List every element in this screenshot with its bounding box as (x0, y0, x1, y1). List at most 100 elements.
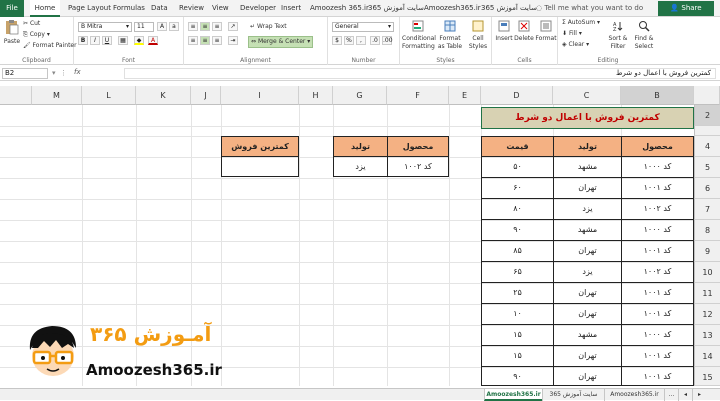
main-product-cell[interactable]: کد ۱۰۰۰ (621, 324, 694, 346)
row-header-4[interactable]: 4 (694, 136, 720, 157)
column-header-j[interactable]: J (191, 86, 221, 105)
row-header-13[interactable]: 13 (694, 325, 720, 346)
font-size-select[interactable]: 11 (134, 22, 154, 32)
row-header-5[interactable]: 5 (694, 157, 720, 178)
main-product-cell[interactable]: کد ۱۰۰۲ (621, 198, 694, 220)
underline-button[interactable]: U (102, 36, 112, 45)
main-city-cell[interactable]: یزد (553, 198, 622, 220)
insert-function-button[interactable]: fx (74, 68, 81, 76)
align-top-button[interactable]: ≡ (188, 22, 198, 31)
main-product-cell[interactable]: کد ۱۰۰۱ (621, 282, 694, 304)
column-header-k[interactable]: K (136, 86, 191, 105)
result-header[interactable]: کمترین فروش (221, 136, 299, 157)
criteria-header-product[interactable]: محصول (387, 136, 449, 157)
column-header-m[interactable]: M (32, 86, 82, 105)
row-header-6[interactable]: 6 (694, 178, 720, 199)
currency-button[interactable]: $ (332, 36, 342, 45)
main-product-cell[interactable]: کد ۱۰۰۲ (621, 261, 694, 283)
main-city-cell[interactable]: تهران (553, 177, 622, 199)
row-header-3[interactable] (694, 126, 720, 136)
cell-styles-button[interactable]: Cell Styles (466, 20, 490, 51)
main-price-cell[interactable]: ۸۰ (481, 198, 554, 220)
tell-me-search[interactable]: ◌ Tell me what you want to do (536, 0, 643, 17)
main-product-cell[interactable]: کد ۱۰۰۱ (621, 345, 694, 367)
decrease-decimal-button[interactable]: .00 (382, 36, 393, 45)
comma-button[interactable]: , (356, 36, 366, 45)
align-middle-button[interactable]: ≡ (200, 22, 210, 31)
bold-button[interactable]: B (78, 36, 88, 45)
sort-filter-button[interactable]: AZ Sort & Filter (606, 20, 630, 51)
insert-cells-button[interactable]: Insert (495, 20, 513, 43)
align-right-button[interactable]: ≡ (212, 36, 222, 45)
select-all-corner[interactable] (694, 86, 720, 105)
sheet-nav-more-icon[interactable]: … (664, 389, 678, 401)
merge-center-button[interactable]: ⇔ Merge & Center ▾ (248, 36, 314, 48)
main-price-cell[interactable]: ۹۰ (481, 219, 554, 241)
namebox-dropdown-icon[interactable]: ▾ (52, 69, 56, 77)
main-city-cell[interactable]: تهران (553, 282, 622, 304)
number-format-select[interactable]: General ▾ (332, 22, 394, 32)
cut-button[interactable]: ✂ Cut (23, 20, 40, 28)
main-price-cell[interactable]: ۱۵ (481, 324, 554, 346)
main-header-price[interactable]: قیمت (481, 136, 554, 157)
row-header-9[interactable]: 9 (694, 241, 720, 262)
column-header-e[interactable]: E (449, 86, 481, 105)
tab-amoozesh-1[interactable]: Amoozesh 365.ir (310, 0, 369, 17)
copy-button[interactable]: ⎘ Copy ▾ (23, 31, 50, 39)
column-header-h[interactable]: H (299, 86, 333, 105)
share-button[interactable]: 👤 Share (658, 1, 714, 16)
delete-cells-button[interactable]: Delete (514, 20, 534, 43)
sheet-tab-site[interactable]: سایت آموزش 365 (542, 389, 604, 401)
column-header-i[interactable]: I (221, 86, 299, 105)
column-header-c[interactable]: C (553, 86, 621, 105)
criteria-city-value[interactable]: یزد (333, 156, 388, 177)
tab-home[interactable]: Home (30, 0, 60, 17)
percent-button[interactable]: % (344, 36, 354, 45)
tab-formulas[interactable]: Formulas (113, 0, 145, 17)
fill-button[interactable]: ⬇ Fill ▾ (562, 30, 582, 38)
main-price-cell[interactable]: ۱۵ (481, 345, 554, 367)
align-left-button[interactable]: ≡ (188, 36, 198, 45)
main-product-cell[interactable]: کد ۱۰۰۰ (621, 156, 694, 178)
criteria-product-value[interactable]: کد ۱۰۰۲ (387, 156, 449, 177)
tab-amoozesh-2[interactable]: Amoozesh365.ir (424, 0, 481, 17)
title-cell[interactable]: کمترین فروش با اعمال دو شرط (481, 107, 694, 129)
main-product-cell[interactable]: کد ۱۰۰۱ (621, 240, 694, 262)
row-header-11[interactable]: 11 (694, 283, 720, 304)
sheet-nav-next-icon[interactable]: ▸ (692, 389, 706, 401)
increase-decimal-button[interactable]: .0 (370, 36, 380, 45)
autosum-button[interactable]: Σ AutoSum ▾ (562, 19, 600, 27)
column-header-b[interactable]: B (621, 86, 694, 105)
main-price-cell[interactable]: ۶۰ (481, 177, 554, 199)
main-price-cell[interactable]: ۸۵ (481, 240, 554, 262)
tab-site-2[interactable]: سایت آموزش 365 (481, 0, 537, 17)
format-as-table-button[interactable]: Format as Table (436, 20, 464, 51)
font-color-button[interactable]: A (148, 36, 158, 45)
tab-page-layout[interactable]: Page Layout (68, 0, 111, 17)
format-cells-button[interactable]: Format (535, 20, 557, 43)
fill-color-button[interactable]: ◆ (134, 36, 144, 45)
tab-insert[interactable]: Insert (281, 0, 301, 17)
row-header-10[interactable]: 10 (694, 262, 720, 283)
criteria-header-city[interactable]: تولید (333, 136, 388, 157)
align-center-button[interactable]: ≡ (200, 36, 210, 45)
row-header-2[interactable]: 2 (694, 105, 720, 126)
column-header-f[interactable]: F (387, 86, 449, 105)
borders-button[interactable]: ▦ (118, 36, 128, 45)
row-header-15[interactable]: 15 (694, 367, 720, 386)
font-name-select[interactable]: B Mitra ▾ (78, 22, 132, 32)
tab-file[interactable]: File (0, 0, 24, 17)
name-box[interactable]: B2 (2, 68, 48, 79)
grow-font-button[interactable]: A (157, 22, 167, 31)
italic-button[interactable]: I (90, 36, 100, 45)
result-value[interactable] (221, 156, 299, 177)
tab-data[interactable]: Data (151, 0, 168, 17)
sheet-tab-amoozesh365[interactable]: Amoozesh365.ir (484, 389, 542, 401)
column-header-d[interactable]: D (481, 86, 553, 105)
tab-developer[interactable]: Developer (240, 0, 276, 17)
main-price-cell[interactable]: ۱۰ (481, 303, 554, 325)
main-price-cell[interactable]: ۵۰ (481, 156, 554, 178)
row-header-14[interactable]: 14 (694, 346, 720, 367)
row-header-7[interactable]: 7 (694, 199, 720, 220)
shrink-font-button[interactable]: a (169, 22, 179, 31)
